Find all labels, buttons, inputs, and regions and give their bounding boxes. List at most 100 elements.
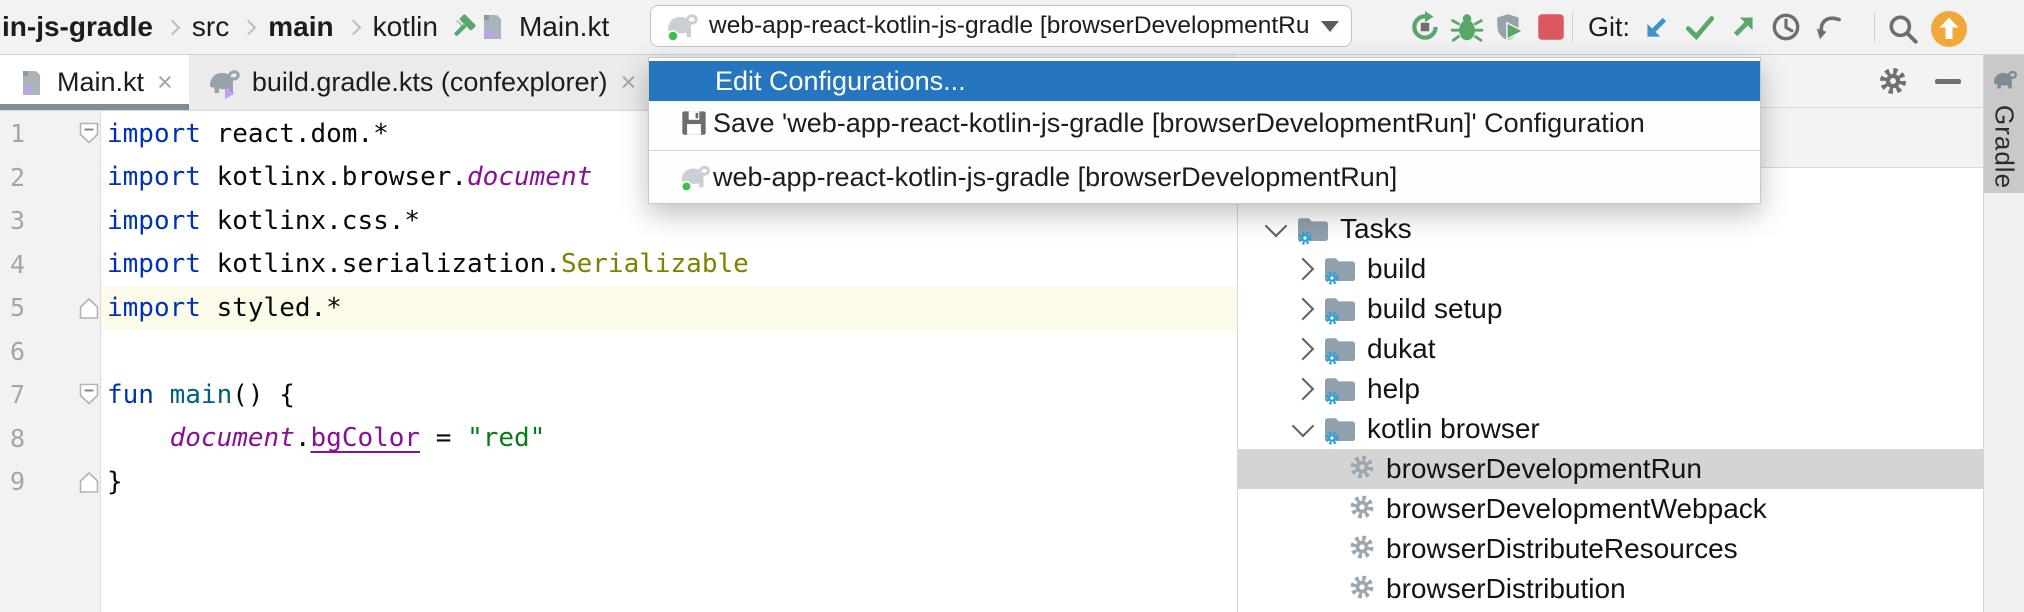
save-icon <box>682 111 706 135</box>
rerun-icon[interactable] <box>1408 10 1442 44</box>
chevron-right-icon[interactable] <box>1291 377 1315 401</box>
run-configuration-menu: Edit Configurations... Save 'web-app-rea… <box>648 57 1761 204</box>
close-icon[interactable]: × <box>620 67 636 98</box>
toolbar-right <box>1886 10 1968 48</box>
kotlin-file-icon <box>16 68 46 98</box>
main-toolbar: in-js-gradle src main kotlin Main.kt web… <box>0 0 2024 55</box>
gear-icon <box>1348 453 1376 485</box>
chevron-right-icon <box>345 19 361 35</box>
gradle-elephant-icon <box>680 165 710 192</box>
gear-icon <box>1348 533 1376 565</box>
menu-item-label: Save 'web-app-react-kotlin-js-gradle [br… <box>713 107 1645 138</box>
code-line[interactable]: 4 import kotlinx.serialization. Serializa… <box>0 243 1237 287</box>
git-label: Git: <box>1588 12 1631 42</box>
fold-expand-icon[interactable] <box>79 286 101 330</box>
toolbar-separator <box>1572 12 1573 42</box>
menu-item-label: Edit Configurations... <box>715 65 966 96</box>
run-configuration-select[interactable]: web-app-react-kotlin-js-gradle [browserD… <box>650 5 1352 47</box>
chevron-right-icon[interactable] <box>1291 257 1315 281</box>
tree-row-browser-development-run[interactable]: browserDevelopmentRun <box>1238 449 1983 489</box>
chevron-right-icon[interactable] <box>1291 297 1315 321</box>
debug-icon[interactable] <box>1450 10 1484 44</box>
line-number: 1 <box>10 119 26 149</box>
commit-icon[interactable] <box>1683 10 1717 44</box>
close-icon[interactable]: × <box>157 67 173 98</box>
tree-row-browser-distribution[interactable]: browserDistribution <box>1238 569 1983 609</box>
menu-item-edit-configurations[interactable]: Edit Configurations... <box>649 61 1760 101</box>
tree-label: browserDistributeResources <box>1386 533 1738 564</box>
tree-row-dukat[interactable]: dukat <box>1238 329 1983 369</box>
folder-gear-icon <box>1323 253 1357 285</box>
line-number: 5 <box>10 293 26 323</box>
menu-item-run-configuration[interactable]: web-app-react-kotlin-js-gradle [browserD… <box>649 156 1760 198</box>
code-line[interactable]: 3 import kotlinx.css.* <box>0 199 1237 243</box>
tree-label: kotlin browser <box>1367 413 1540 444</box>
ide-window: in-js-gradle src main kotlin Main.kt web… <box>0 0 2024 612</box>
folder-gear-icon <box>1323 373 1357 405</box>
push-icon[interactable] <box>1726 10 1760 44</box>
hide-icon[interactable] <box>1935 79 1961 84</box>
tree-label: browserDevelopmentWebpack <box>1386 493 1767 524</box>
rollback-icon[interactable] <box>1812 10 1846 44</box>
breadcrumb-main[interactable]: main <box>268 11 333 43</box>
tree-label: help <box>1367 373 1420 404</box>
gradle-elephant-icon <box>663 10 699 42</box>
tree-row-browser-development-webpack[interactable]: browserDevelopmentWebpack <box>1238 489 1983 529</box>
tree-label: Tasks <box>1340 213 1412 244</box>
tab-build-gradle-kts[interactable]: build.gradle.kts (confexplorer) × <box>189 55 652 110</box>
stripe-tab-label: Gradle <box>1989 105 2020 190</box>
chevron-right-icon <box>164 19 181 35</box>
run-with-coverage-icon[interactable] <box>1492 10 1526 44</box>
gear-icon[interactable] <box>1877 65 1909 97</box>
run-configuration-label: web-app-react-kotlin-js-gradle [browserD… <box>709 12 1311 39</box>
breadcrumb-src[interactable]: src <box>192 11 229 43</box>
chevron-down-icon[interactable] <box>1264 214 1288 238</box>
history-icon[interactable] <box>1769 10 1803 44</box>
line-number: 8 <box>10 423 26 453</box>
code-line[interactable]: 9 } <box>0 460 1237 504</box>
fold-collapse-icon[interactable] <box>79 112 101 156</box>
chevron-down-icon <box>1321 20 1339 32</box>
tree-row-kotlin-browser[interactable]: kotlin browser <box>1238 409 1983 449</box>
menu-item-save-configuration[interactable]: Save 'web-app-react-kotlin-js-gradle [br… <box>649 101 1760 145</box>
menu-separator <box>649 150 1760 151</box>
folder-gear-icon <box>1323 293 1357 325</box>
breadcrumb: in-js-gradle src main kotlin Main.kt <box>2 0 609 54</box>
line-number: 9 <box>10 467 26 497</box>
tree-row-browser-distribute-resources[interactable]: browserDistributeResources <box>1238 529 1983 569</box>
folder-gear-icon <box>1323 413 1357 445</box>
tab-main-kt[interactable]: Main.kt × <box>0 55 189 110</box>
tree-row-help[interactable]: help <box>1238 369 1983 409</box>
breadcrumb-project[interactable]: in-js-gradle <box>2 11 153 43</box>
code-line[interactable]: 7 fun main() { <box>0 373 1237 417</box>
git-controls <box>1640 10 1846 44</box>
build-hammer-icon[interactable] <box>448 12 478 42</box>
chevron-right-icon[interactable] <box>1291 337 1315 361</box>
fold-collapse-icon[interactable] <box>79 373 101 417</box>
search-icon[interactable] <box>1886 12 1920 46</box>
tool-window-stripe: Gradle <box>1983 55 2024 612</box>
tab-label: build.gradle.kts (confexplorer) <box>251 67 608 97</box>
gradle-kotlin-icon <box>205 66 241 100</box>
line-number: 2 <box>10 162 26 192</box>
stop-icon[interactable] <box>1534 10 1568 44</box>
code-line[interactable]: 8 document. bgColor = "red" <box>0 417 1237 461</box>
code-line-current[interactable]: 5 import styled.* <box>0 286 1237 330</box>
gear-icon <box>1348 573 1376 605</box>
tree-label: build <box>1367 253 1427 284</box>
folder-gear-icon <box>1296 213 1330 245</box>
breadcrumb-kotlin[interactable]: kotlin <box>373 11 438 43</box>
tree-row-tasks[interactable]: Tasks <box>1238 209 1983 249</box>
tree-row-build[interactable]: build <box>1238 249 1983 289</box>
chevron-down-icon[interactable] <box>1291 414 1315 438</box>
tree-row-build-setup[interactable]: build setup <box>1238 289 1983 329</box>
fold-expand-icon[interactable] <box>79 460 101 504</box>
update-available-icon[interactable] <box>1930 10 1968 48</box>
stripe-tab-gradle[interactable]: Gradle <box>1984 55 2024 193</box>
line-number: 6 <box>10 336 26 366</box>
update-project-icon[interactable] <box>1640 10 1674 44</box>
run-controls <box>1408 10 1568 44</box>
tree-label: build setup <box>1367 293 1503 324</box>
code-line[interactable]: 6 <box>0 330 1237 374</box>
breadcrumb-file[interactable]: Main.kt <box>519 11 609 43</box>
